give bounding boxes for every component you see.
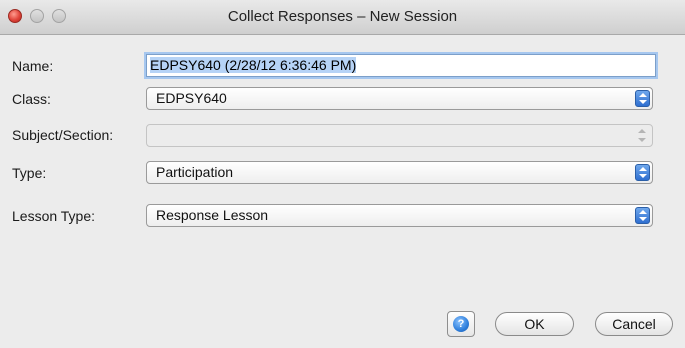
dialog-window: Collect Responses – New Session Name: ED… (0, 0, 685, 348)
cancel-button[interactable]: Cancel (595, 312, 673, 336)
type-select-value: Participation (156, 164, 234, 180)
class-label: Class: (12, 91, 51, 107)
help-icon: ? (453, 316, 469, 332)
lesson-type-select-value: Response Lesson (156, 207, 269, 223)
subject-section-label: Subject/Section: (12, 127, 114, 143)
lesson-type-label: Lesson Type: (12, 208, 96, 224)
name-field-value: EDPSY640 (2/28/12 6:36:46 PM) (150, 57, 357, 73)
lesson-type-select[interactable]: Response Lesson (146, 204, 653, 227)
type-label: Type: (12, 165, 47, 181)
chevron-up-down-icon (635, 164, 650, 181)
chevron-up-down-icon (635, 207, 650, 224)
type-select[interactable]: Participation (146, 161, 653, 184)
title-bar[interactable]: Collect Responses – New Session (0, 0, 685, 35)
name-field[interactable]: EDPSY640 (2/28/12 6:36:46 PM) (146, 54, 656, 77)
subject-section-select (146, 124, 653, 147)
window-title: Collect Responses – New Session (227, 8, 458, 25)
name-label: Name: (12, 58, 54, 74)
chevron-up-down-icon (635, 127, 650, 144)
chevron-up-down-icon (635, 90, 650, 107)
ok-button[interactable]: OK (495, 312, 574, 336)
help-button[interactable]: ? (447, 311, 475, 337)
class-select-value: EDPSY640 (156, 90, 227, 106)
class-select[interactable]: EDPSY640 (146, 87, 653, 110)
